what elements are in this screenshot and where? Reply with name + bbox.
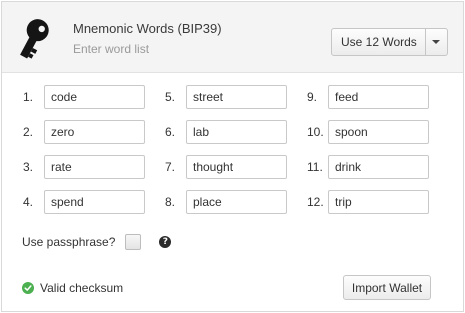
word-input[interactable]: feed [328, 85, 429, 109]
word-input[interactable]: zero [44, 120, 145, 144]
word-number: 11. [307, 160, 323, 174]
word-input[interactable]: code [44, 85, 145, 109]
word-input[interactable]: spoon [328, 120, 429, 144]
word-input[interactable]: rate [44, 155, 145, 179]
word-input[interactable]: trip [328, 190, 429, 214]
import-wallet-button[interactable]: Import Wallet [343, 275, 431, 300]
word-count-button[interactable]: Use 12 Words [332, 29, 425, 55]
word-input[interactable]: spend [44, 190, 145, 214]
word-input[interactable]: lab [186, 120, 287, 144]
check-circle-icon [22, 282, 34, 294]
word-input[interactable]: place [186, 190, 287, 214]
word-number: 10. [307, 125, 324, 139]
caret-down-icon [432, 40, 441, 44]
word-number: 8. [165, 195, 176, 209]
word-input[interactable]: drink [328, 155, 429, 179]
word-count-toggle[interactable] [424, 29, 447, 55]
word-number: 12. [307, 195, 324, 209]
key-icon [20, 19, 49, 59]
checksum-status-text: Valid checksum [40, 281, 124, 295]
word-number: 1. [23, 90, 34, 104]
word-number: 3. [23, 160, 34, 174]
word-input[interactable]: thought [186, 155, 287, 179]
passphrase-label: Use passphrase? [22, 235, 116, 249]
word-number: 2. [23, 125, 34, 139]
panel-title: Mnemonic Words (BIP39) [73, 21, 222, 36]
panel-subtitle: Enter word list [73, 42, 150, 56]
word-number: 4. [23, 195, 34, 209]
word-number: 5. [165, 90, 176, 104]
checksum-status: Valid checksum [22, 281, 123, 295]
question-circle-icon[interactable]: ? [159, 236, 172, 248]
word-number: 9. [307, 90, 318, 104]
word-number: 6. [165, 125, 176, 139]
passphrase-row: Use passphrase? ? [22, 233, 172, 251]
word-count-dropdown[interactable]: Use 12 Words [331, 28, 448, 56]
panel-header: Mnemonic Words (BIP39) Enter word list U… [2, 2, 463, 73]
word-input[interactable]: street [186, 85, 287, 109]
mnemonic-panel: Mnemonic Words (BIP39) Enter word list U… [1, 1, 464, 312]
passphrase-checkbox[interactable] [125, 234, 142, 250]
word-number: 7. [165, 160, 176, 174]
